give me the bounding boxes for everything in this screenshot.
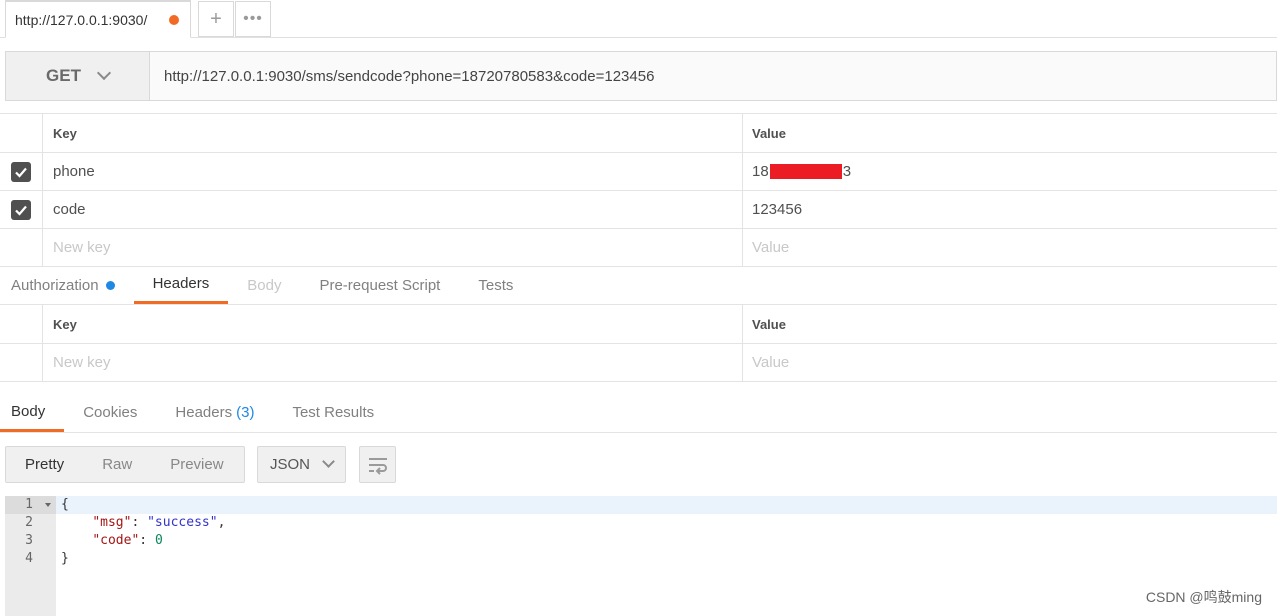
param-checkbox-code[interactable] — [11, 199, 31, 220]
code-area: { "msg": "success", "code": 0 } — [56, 496, 1277, 616]
url-bar: GET — [5, 51, 1277, 101]
new-header-value-input[interactable]: Value — [743, 344, 1277, 381]
params-key-header: Key — [43, 114, 743, 152]
headers-count-badge: (3) — [236, 404, 255, 421]
request-tab-title: http://127.0.0.1:9030/ — [15, 11, 148, 28]
param-row-code: code 123456 — [0, 191, 1277, 229]
ellipsis-icon: ••• — [243, 10, 263, 27]
tab-bar: http://127.0.0.1:9030/ + ••• — [0, 0, 1277, 38]
preview-button[interactable]: Preview — [151, 456, 242, 473]
watermark: CSDN @鸣鼓ming — [1145, 589, 1262, 605]
unsaved-dot-icon — [169, 15, 179, 25]
params-header-row: Key Value — [0, 114, 1277, 153]
code-line: "code": 0 — [92, 533, 163, 548]
check-icon — [15, 167, 27, 178]
response-tab-cookies[interactable]: Cookies — [64, 393, 156, 432]
wrap-lines-button[interactable] — [359, 446, 396, 483]
response-tab-test-results[interactable]: Test Results — [273, 393, 393, 432]
headers-header-row: Key Value — [0, 305, 1277, 344]
params-table: Key Value phone 18 3 code 123456 New key … — [0, 113, 1277, 267]
response-tab-headers-label: Headers — [175, 404, 233, 421]
param-key-phone[interactable]: phone — [43, 153, 743, 190]
headers-table: Key Value New key Value — [0, 305, 1277, 382]
request-tabs: Authorization Headers Body Pre-request S… — [0, 266, 1277, 305]
param-value-phone[interactable]: 18 3 — [743, 153, 1277, 190]
new-param-key-input[interactable]: New key — [43, 229, 743, 266]
line-number-gutter: 1 2 3 4 — [5, 496, 56, 616]
response-tabs: Body Cookies Headers (3) Test Results — [0, 393, 1277, 433]
param-value-code[interactable]: 123456 — [743, 191, 1277, 228]
line-number: 1 — [5, 496, 56, 514]
pretty-button[interactable]: Pretty — [6, 456, 83, 473]
response-tab-body[interactable]: Body — [0, 393, 65, 432]
new-tab-button[interactable]: + — [198, 1, 234, 37]
header-row-new: New key Value — [0, 344, 1277, 382]
code-line: } — [61, 551, 69, 566]
line-number: 3 — [25, 533, 33, 548]
check-icon — [15, 205, 27, 216]
param-checkbox-phone[interactable] — [11, 161, 31, 182]
method-select[interactable]: GET — [6, 52, 150, 100]
tab-authorization[interactable]: Authorization — [0, 266, 134, 304]
code-line: "msg": "success", — [92, 515, 226, 530]
line-number: 4 — [25, 551, 33, 566]
param-row-phone: phone 18 3 — [0, 153, 1277, 191]
param-value-prefix: 18 — [752, 163, 769, 180]
param-row-new: New key Value — [0, 229, 1277, 267]
tab-authorization-label: Authorization — [11, 276, 99, 294]
line-number: 2 — [25, 515, 33, 530]
chevron-down-icon — [322, 455, 335, 468]
method-label: GET — [46, 66, 81, 85]
headers-value-header: Value — [752, 316, 786, 332]
format-label: JSON — [270, 456, 311, 473]
raw-button[interactable]: Raw — [83, 456, 151, 473]
param-key-code[interactable]: code — [43, 191, 743, 228]
tab-pre-request-script[interactable]: Pre-request Script — [300, 266, 459, 304]
tab-body[interactable]: Body — [228, 266, 300, 304]
tab-headers[interactable]: Headers — [133, 266, 229, 304]
fold-arrow-icon[interactable] — [45, 503, 51, 507]
url-input[interactable] — [150, 52, 1276, 100]
view-mode-group: Pretty Raw Preview — [5, 446, 245, 483]
wrap-icon — [368, 457, 387, 475]
params-value-header: Value — [752, 125, 786, 141]
indicator-dot-icon — [105, 280, 115, 290]
response-tab-headers[interactable]: Headers (3) — [156, 393, 273, 432]
redaction-block — [769, 164, 842, 179]
request-tab[interactable]: http://127.0.0.1:9030/ — [5, 0, 191, 38]
new-param-value-input[interactable]: Value — [743, 229, 1277, 266]
more-tabs-button[interactable]: ••• — [235, 1, 271, 37]
tab-tests[interactable]: Tests — [459, 266, 532, 304]
plus-icon: + — [210, 7, 222, 30]
code-line: { — [56, 496, 1277, 514]
param-value-suffix: 3 — [842, 163, 852, 180]
headers-key-header: Key — [43, 305, 743, 343]
new-header-key-input[interactable]: New key — [43, 344, 743, 381]
response-body-editor[interactable]: 1 2 3 4 { "msg": "success", "code": 0 } — [5, 496, 1277, 616]
format-select[interactable]: JSON — [257, 446, 346, 483]
chevron-down-icon — [96, 65, 112, 81]
